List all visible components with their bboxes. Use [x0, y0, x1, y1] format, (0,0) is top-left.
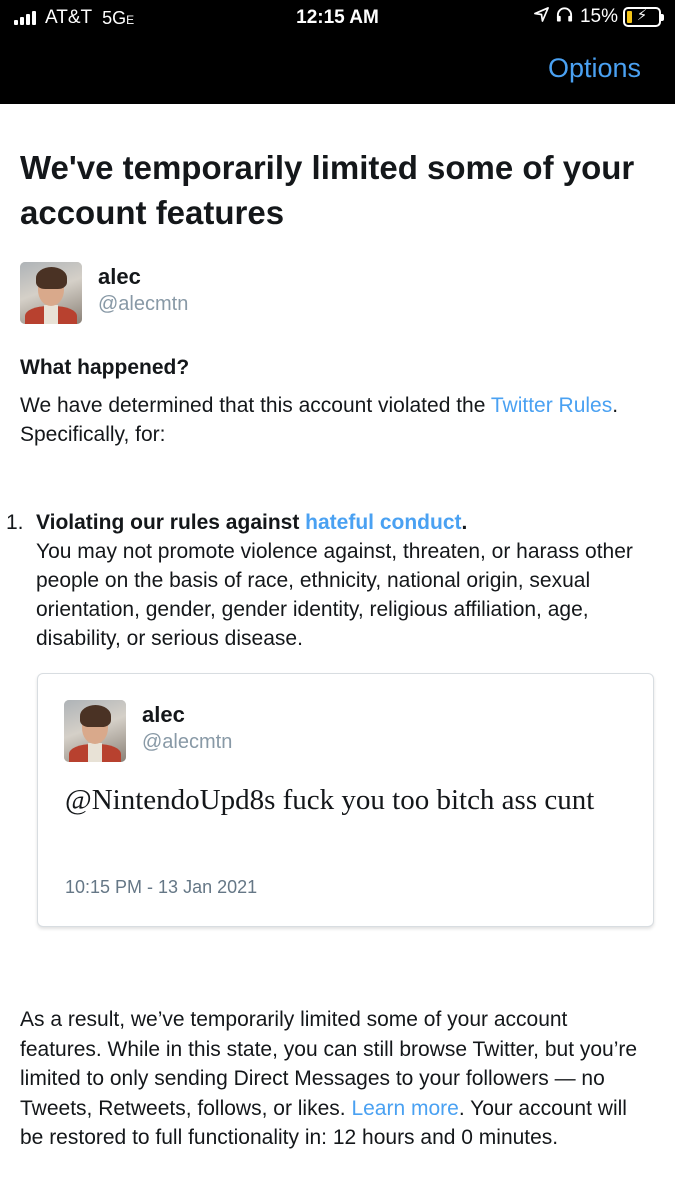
status-bar: AT&T 5GE 12:15 AM 15% ⚡ — [0, 0, 675, 38]
battery-percent: 15% — [579, 6, 618, 27]
options-button[interactable]: Options — [548, 53, 641, 84]
reported-tweet-card[interactable]: alec @alecmtn @NintendoUpd8s fuck you to… — [37, 673, 654, 927]
tweet-avatar[interactable] — [64, 700, 126, 762]
charging-bolt-icon: ⚡ — [636, 7, 648, 24]
what-happened-heading: What happened? — [20, 356, 190, 379]
headphones-icon — [556, 6, 573, 28]
location-arrow-icon — [534, 6, 549, 28]
avatar[interactable] — [20, 262, 82, 324]
violation-title: Violating our rules against hateful cond… — [36, 511, 467, 534]
battery-icon: ⚡ — [623, 7, 664, 27]
twitter-rules-link[interactable]: Twitter Rules — [491, 394, 612, 417]
tweet-timestamp: 10:15 PM - 13 Jan 2021 — [65, 877, 258, 897]
learn-more-link[interactable]: Learn more — [351, 1097, 458, 1120]
status-right: 15% ⚡ — [534, 6, 664, 28]
navigation-bar: Options — [0, 38, 675, 104]
tweet-text: @NintendoUpd8s fuck you too bitch ass cu… — [65, 784, 595, 816]
violation-description: You may not promote violence against, th… — [36, 540, 633, 650]
account-handle: @alecmtn — [98, 293, 189, 315]
tweet-author-name: alec — [142, 702, 185, 727]
hateful-conduct-link[interactable]: hateful conduct — [305, 511, 461, 534]
what-happened-text-before: We have determined that this account vio… — [20, 394, 491, 417]
account-name: alec — [98, 264, 141, 289]
violation-body: Violating our rules against hateful cond… — [36, 508, 648, 653]
violation-title-suffix: . — [461, 511, 468, 534]
what-happened-text: We have determined that this account vio… — [20, 391, 650, 449]
violation-title-prefix: Violating our rules against — [36, 511, 306, 534]
page-title: We've temporarily limited some of your a… — [20, 149, 635, 231]
result-text: As a result, we’ve temporarily limited s… — [20, 1005, 650, 1153]
tweet-author-handle: @alecmtn — [142, 731, 233, 753]
violation-number: 1. — [6, 511, 24, 534]
